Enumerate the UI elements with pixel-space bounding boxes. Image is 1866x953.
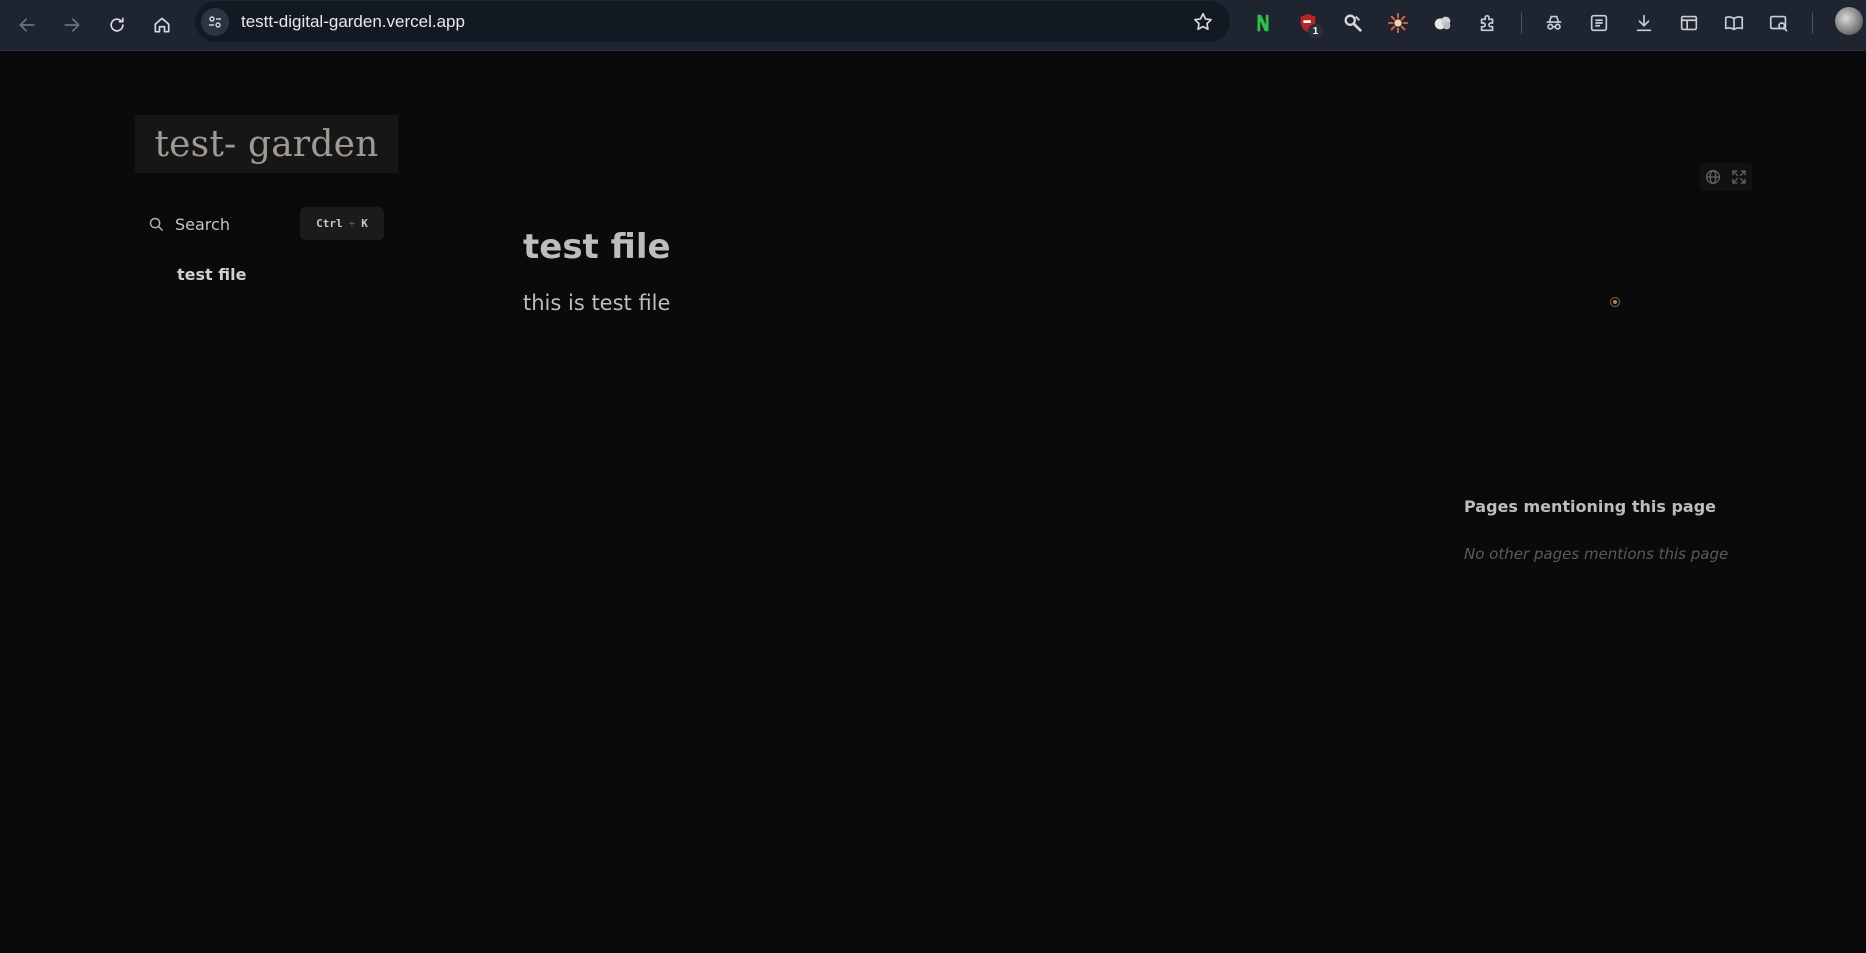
reload-button[interactable]: [100, 8, 134, 42]
bookmark-star-icon[interactable]: [1192, 11, 1214, 33]
expand-icon[interactable]: [1730, 168, 1748, 186]
extension-tool[interactable]: [1340, 10, 1366, 36]
browser-toolbar: testt-digital-garden.vercel.app 1: [0, 0, 1866, 51]
backlinks-empty-text: No other pages mentions this page: [1464, 545, 1729, 563]
cloud-icon: [1434, 16, 1451, 30]
tool-icon: [1344, 14, 1362, 32]
site-title: test- garden: [154, 123, 379, 165]
download-icon: [1636, 14, 1652, 32]
backlinks-heading: Pages mentioning this page: [1464, 497, 1716, 516]
extensions-menu-button[interactable]: [1475, 10, 1501, 36]
graph-controls: [1700, 163, 1752, 191]
page-title: test file: [523, 227, 671, 267]
downloads-button[interactable]: [1631, 10, 1657, 36]
extension-cloud[interactable]: [1430, 10, 1456, 36]
arrow-left-icon: [19, 18, 35, 32]
toolbar-separator: [1812, 12, 1813, 34]
globe-icon[interactable]: [1704, 168, 1722, 186]
search-icon: [149, 217, 163, 231]
reader-icon: [1724, 16, 1744, 31]
forward-button[interactable]: [55, 8, 89, 42]
extension-burst[interactable]: [1385, 10, 1411, 36]
shortcut-key: K: [361, 217, 368, 230]
search-label: Search: [175, 214, 230, 234]
site-title-link[interactable]: test- garden: [135, 115, 398, 173]
graph-node[interactable]: [1610, 297, 1620, 307]
reading-list-button[interactable]: [1586, 10, 1612, 36]
extension-n[interactable]: [1250, 10, 1276, 36]
home-button[interactable]: [145, 8, 179, 42]
search-tab-icon: [1769, 15, 1788, 32]
sidebar-item-test-file[interactable]: test file: [177, 265, 246, 284]
keyboard-shortcut: Ctrl + K: [300, 207, 384, 240]
n-letter-icon: [1257, 14, 1269, 32]
url-text[interactable]: testt-digital-garden.vercel.app: [241, 12, 465, 32]
incognito-icon: [1546, 15, 1562, 30]
search-button[interactable]: Search Ctrl + K: [148, 207, 385, 241]
shortcut-ctrl: Ctrl: [316, 217, 343, 230]
toolbar-separator: [1521, 12, 1522, 34]
back-button[interactable]: [10, 8, 44, 42]
reader-mode-button[interactable]: [1721, 10, 1747, 36]
tune-icon: [209, 16, 221, 28]
reload-icon: [110, 17, 124, 32]
sidebar-icon: [1680, 15, 1698, 31]
extension-badge: 1: [1308, 24, 1323, 38]
search-tabs-button[interactable]: [1766, 10, 1792, 36]
page-content: test- garden Search Ctrl + K test file t…: [0, 51, 1866, 953]
profile-avatar[interactable]: [1835, 7, 1863, 35]
extension-shield[interactable]: 1: [1295, 10, 1323, 38]
side-panel-button[interactable]: [1676, 10, 1702, 36]
site-info-button[interactable]: [201, 8, 229, 36]
address-bar[interactable]: testt-digital-garden.vercel.app: [195, 1, 1230, 42]
puzzle-icon: [1480, 14, 1494, 32]
home-icon: [154, 17, 170, 33]
page-body: this is test file: [523, 291, 671, 315]
incognito-button[interactable]: [1541, 10, 1567, 36]
reading-list-icon: [1590, 14, 1608, 32]
burst-icon: [1387, 12, 1409, 34]
arrow-right-icon: [64, 18, 80, 32]
shortcut-plus: +: [348, 217, 356, 230]
